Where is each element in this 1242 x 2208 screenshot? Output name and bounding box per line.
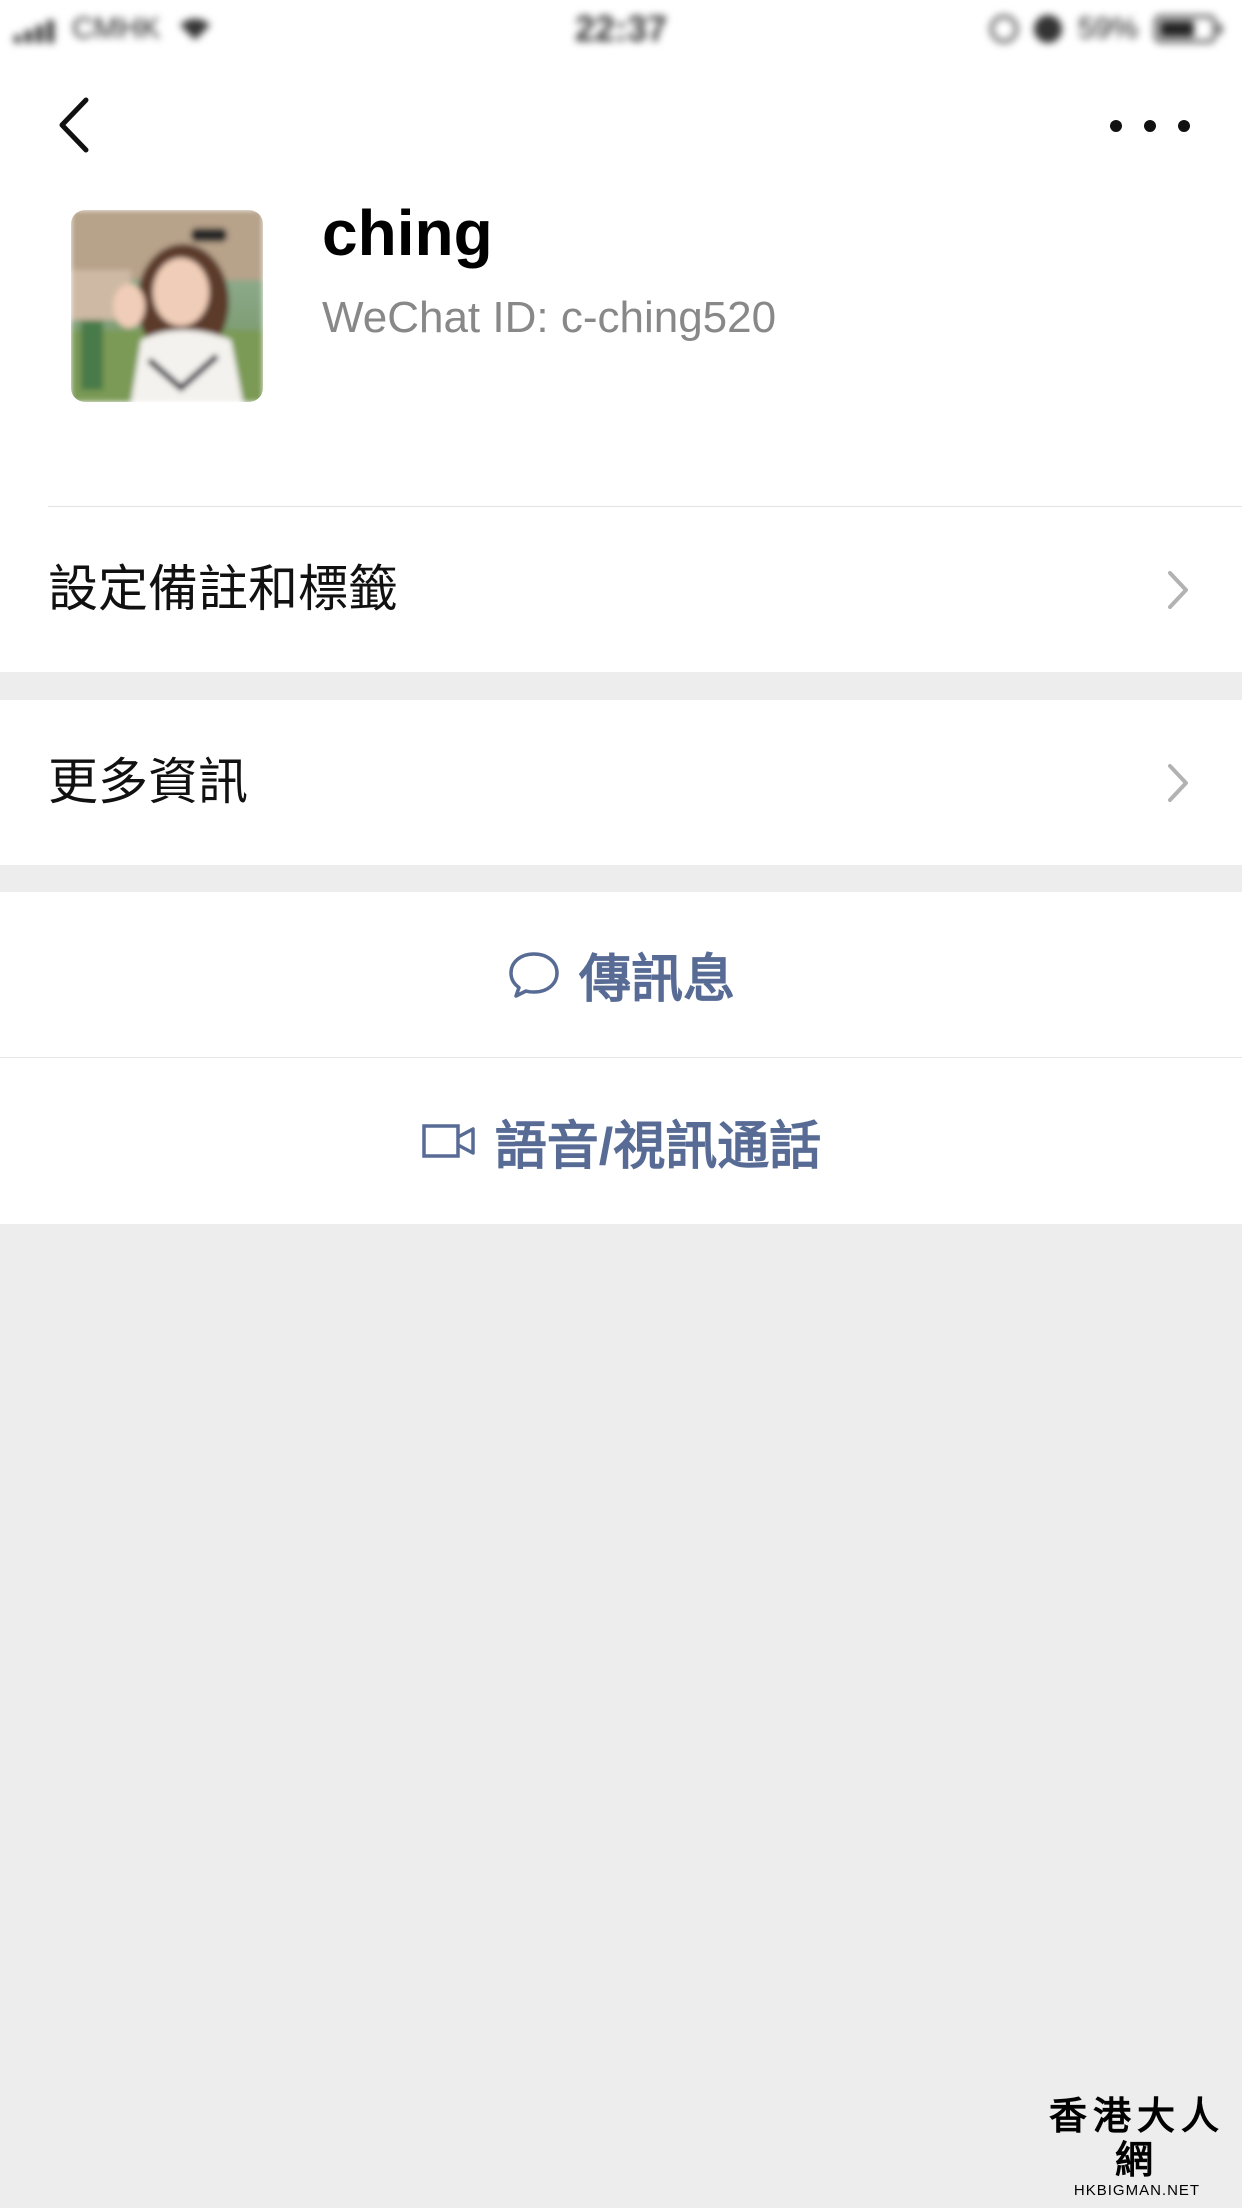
video-camera-icon [422, 1124, 475, 1158]
orientation-lock-icon [989, 15, 1018, 43]
battery-icon [1154, 15, 1222, 43]
chevron-right-icon [1168, 764, 1188, 802]
send-message-button[interactable]: 傳訊息 [0, 892, 1242, 1057]
watermark: 香港大人網 HKBIGMAN.NET [1042, 2094, 1232, 2200]
more-button[interactable] [1110, 108, 1190, 144]
more-dot [1178, 120, 1190, 132]
wechat-id: WeChat ID: c-ching520 [322, 293, 777, 342]
row-label: 設定備註和標籤 [48, 561, 398, 617]
more-dot [1144, 120, 1156, 132]
profile-name: ching [322, 197, 493, 269]
chevron-right-icon [1168, 571, 1188, 609]
more-info-row[interactable]: 更多資訊 [0, 700, 1242, 865]
avatar-photo [71, 210, 263, 402]
status-bar: CMHK 22:37 59% [0, 0, 1242, 64]
watermark-logo: 香港大人網 [1048, 2094, 1225, 2182]
battery-percent: 59% [1077, 12, 1138, 45]
avatar[interactable] [71, 210, 263, 402]
voice-video-call-button[interactable]: 語音/視訊通話 [0, 1058, 1242, 1224]
back-button[interactable] [44, 90, 104, 160]
status-right: 59% [989, 12, 1222, 46]
voice-video-call-label: 語音/視訊通話 [494, 1117, 822, 1176]
send-message-label: 傳訊息 [578, 951, 735, 1009]
set-remark-tags-row[interactable]: 設定備註和標籤 [0, 507, 1242, 672]
watermark-url: HKBIGMAN.NET [1073, 2182, 1201, 2199]
chevron-left-icon [59, 97, 89, 153]
chat-bubble-icon [509, 951, 559, 998]
row-label: 更多資訊 [48, 754, 248, 810]
more-dot [1110, 120, 1122, 132]
do-not-disturb-icon [1033, 15, 1062, 43]
